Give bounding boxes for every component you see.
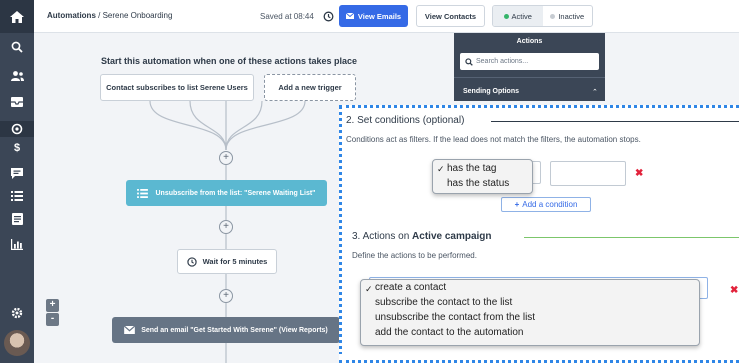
checkmark-icon: ✓ bbox=[437, 164, 445, 174]
actions-description: Define the actions to be performed. bbox=[352, 251, 477, 260]
send-email-step[interactable]: Send an email "Get Started With Serene" … bbox=[112, 317, 340, 343]
divider bbox=[524, 237, 739, 238]
action-option[interactable]: subscribe the contact to the list bbox=[375, 297, 512, 308]
add-condition-button[interactable]: + Add a condition bbox=[501, 197, 591, 212]
unsubscribe-step[interactable]: Unsubscribe from the list: "Serene Waiti… bbox=[126, 180, 327, 206]
conditions-title: 2. Set conditions (optional) bbox=[346, 115, 465, 126]
remove-action-icon[interactable]: ✖ bbox=[730, 285, 738, 296]
add-step-button[interactable]: + bbox=[219, 220, 233, 234]
actions-section-title: 3. Actions on Active campaign bbox=[352, 231, 492, 242]
email-icon bbox=[124, 326, 136, 334]
action-option[interactable]: create a contact bbox=[375, 282, 446, 293]
action-option[interactable]: add the contact to the automation bbox=[375, 327, 523, 338]
action-option[interactable]: unsubscribe the contact from the list bbox=[375, 312, 535, 323]
divider bbox=[491, 121, 739, 122]
clock-icon bbox=[186, 256, 197, 267]
conditions-description: Conditions act as filters. If the lead d… bbox=[346, 135, 641, 144]
condition-dropdown-menu: ✓ has the tag has the status bbox=[432, 159, 533, 194]
actions-title-prefix: 3. Actions on bbox=[352, 231, 413, 242]
zoom-in-button[interactable]: + bbox=[46, 299, 59, 312]
condition-option[interactable]: has the status bbox=[447, 178, 509, 189]
condition-value-input[interactable] bbox=[550, 161, 626, 186]
plus-icon: + bbox=[514, 200, 520, 209]
send-email-step-label: Send an email "Get Started With Serene" … bbox=[141, 326, 328, 334]
action-dropdown-menu: ✓ create a contact subscribe the contact… bbox=[360, 279, 700, 346]
actions-title-campaign: Active campaign bbox=[412, 231, 492, 242]
list-icon bbox=[137, 188, 149, 198]
remove-condition-icon[interactable]: ✖ bbox=[635, 168, 643, 179]
dialog-bottom-border bbox=[339, 354, 739, 363]
unsubscribe-step-label: Unsubscribe from the list: "Serene Waiti… bbox=[155, 189, 316, 197]
condition-option[interactable]: has the tag bbox=[447, 163, 496, 174]
add-condition-label: Add a condition bbox=[522, 200, 578, 209]
zoom-out-button[interactable]: - bbox=[46, 313, 59, 326]
add-step-button[interactable]: + bbox=[219, 289, 233, 303]
checkmark-icon: ✓ bbox=[365, 284, 373, 294]
wait-step-label: Wait for 5 minutes bbox=[202, 257, 268, 266]
add-step-button[interactable]: + bbox=[219, 151, 233, 165]
app-root: $ Automations / Serene Onboarding Saved … bbox=[0, 0, 739, 363]
wait-step[interactable]: Wait for 5 minutes bbox=[177, 249, 277, 274]
